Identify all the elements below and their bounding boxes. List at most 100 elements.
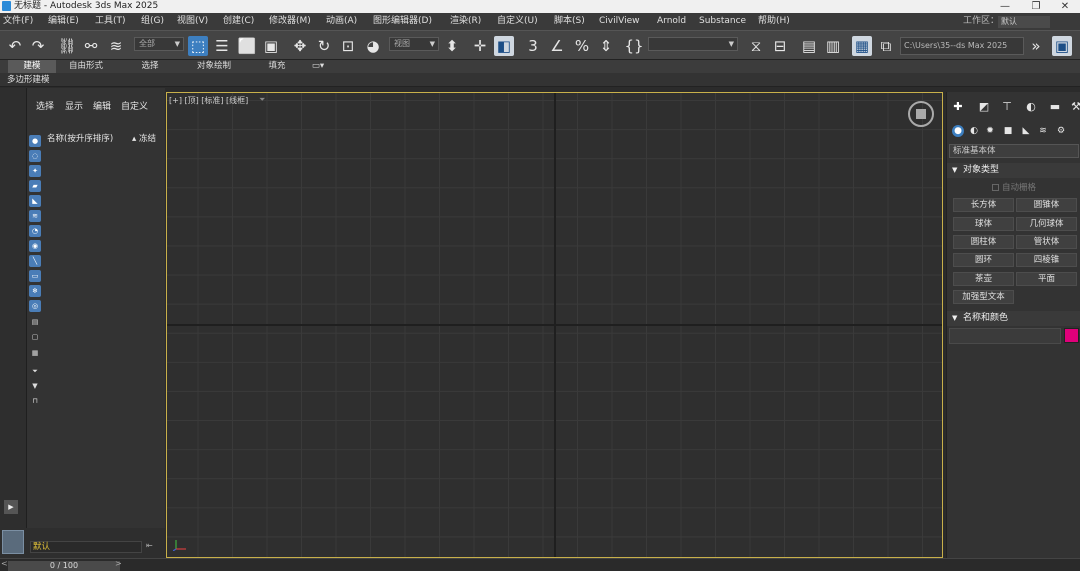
menu-rendering[interactable]: 渲染(R): [450, 13, 481, 30]
filter-icon[interactable]: ▼: [29, 380, 41, 392]
close-button[interactable]: ✕: [1050, 0, 1080, 13]
time-prev-button[interactable]: <: [1, 559, 8, 568]
ribbon-subpanel[interactable]: 多边形建模: [0, 73, 1080, 87]
explorer-menu-select[interactable]: 选择: [36, 99, 54, 112]
tab-selection[interactable]: 选择: [126, 60, 174, 73]
pivot-center-icon[interactable]: ⬍: [442, 36, 462, 56]
shapes-category-icon[interactable]: ◐: [968, 125, 980, 137]
display-none-icon[interactable]: ▢: [29, 331, 41, 343]
geometry-filter-icon[interactable]: ●: [29, 135, 41, 147]
top-viewport[interactable]: [+] [顶] [标准] [线框] ⏷: [166, 92, 943, 558]
mirror-icon[interactable]: ⧖: [746, 36, 766, 56]
menu-scripting[interactable]: 脚本(S): [554, 13, 585, 30]
maximize-button[interactable]: ❐: [1021, 0, 1051, 13]
schematic-view-icon[interactable]: ⧉: [876, 36, 896, 56]
layer-explorer-icon[interactable]: ▥: [823, 36, 843, 56]
rectangular-selection-icon[interactable]: ⬜: [237, 36, 257, 56]
menu-file[interactable]: 文件(F): [3, 13, 33, 30]
box-button[interactable]: 长方体: [953, 198, 1014, 212]
explorer-menu-edit[interactable]: 编辑: [93, 99, 111, 112]
snaps-toggle-icon[interactable]: 3: [523, 36, 543, 56]
helpers-filter-icon[interactable]: ◣: [29, 195, 41, 207]
viewport-filter-icon[interactable]: ⏷: [259, 95, 265, 105]
space-warps-category-icon[interactable]: ≋: [1037, 125, 1049, 137]
project-path-field[interactable]: C:\Users\35--ds Max 2025: [900, 37, 1024, 55]
expand-panel-icon[interactable]: ▶: [4, 500, 18, 514]
menu-edit[interactable]: 编辑(E): [48, 13, 79, 30]
layer-tree-icon[interactable]: ⊓: [29, 395, 41, 407]
select-manipulate-icon[interactable]: ✛: [470, 36, 490, 56]
cylinder-button[interactable]: 圆柱体: [953, 235, 1014, 249]
menu-civilview[interactable]: CivilView: [599, 13, 639, 30]
tab-object-paint[interactable]: 对象绘制: [188, 60, 240, 73]
column-header-frozen[interactable]: ▴ 冻结: [132, 132, 156, 144]
lights-category-icon[interactable]: ✹: [984, 125, 996, 137]
systems-category-icon[interactable]: ⚙: [1055, 125, 1067, 137]
sphere-button[interactable]: 球体: [953, 217, 1014, 231]
align-icon[interactable]: ⊟: [770, 36, 790, 56]
named-selection-dropdown[interactable]: ▼: [648, 37, 738, 51]
current-layer-field[interactable]: 默认: [30, 541, 142, 553]
tab-freeform[interactable]: 自由形式: [60, 60, 112, 73]
invert-display-icon[interactable]: ▦: [29, 347, 41, 359]
teapot-button[interactable]: 茶壶: [953, 272, 1014, 286]
minimize-button[interactable]: —: [990, 0, 1020, 13]
geometry-category-icon[interactable]: ●: [952, 125, 964, 137]
shapes-filter-icon[interactable]: ◌: [29, 150, 41, 162]
primitive-category-dropdown[interactable]: 标准基本体: [949, 144, 1079, 158]
create-tab-icon[interactable]: ✚: [951, 100, 965, 114]
display-all-icon[interactable]: ▤: [29, 316, 41, 328]
curve-editor-icon[interactable]: ▦: [852, 36, 872, 56]
plane-button[interactable]: 平面: [1016, 272, 1077, 286]
groups-filter-icon[interactable]: ◔: [29, 225, 41, 237]
reference-coordinate-dropdown[interactable]: 视图 ▼: [389, 37, 439, 51]
select-by-name-icon[interactable]: ☰: [212, 36, 232, 56]
motion-tab-icon[interactable]: ◐: [1024, 100, 1038, 114]
explorer-menu-customize[interactable]: 自定义: [121, 99, 148, 112]
menu-customize[interactable]: 自定义(U): [497, 13, 538, 30]
utilities-tab-icon[interactable]: ⚒: [1069, 100, 1080, 114]
menu-tools[interactable]: 工具(T): [95, 13, 126, 30]
menu-group[interactable]: 组(G): [141, 13, 164, 30]
cameras-category-icon[interactable]: ■: [1002, 125, 1014, 137]
undo-icon[interactable]: ↶: [5, 36, 25, 56]
cameras-filter-icon[interactable]: ▰: [29, 180, 41, 192]
bind-space-warp-icon[interactable]: ≋: [106, 36, 126, 56]
xrefs-filter-icon[interactable]: ◉: [29, 240, 41, 252]
ribbon-options-icon[interactable]: ▭▾: [308, 60, 328, 73]
hidden-filter-icon[interactable]: ◎: [29, 300, 41, 312]
layer-color-swatch[interactable]: [2, 530, 24, 554]
torus-button[interactable]: 圆环: [953, 253, 1014, 267]
text-plus-button[interactable]: 加强型文本: [953, 290, 1014, 304]
viewport-label-menu[interactable]: [+] [顶] [标准] [线框]: [169, 95, 248, 106]
autogrid-checkbox[interactable]: 自动栅格: [992, 181, 1036, 193]
scene-explorer-toggle-icon[interactable]: ▤: [799, 36, 819, 56]
helpers-category-icon[interactable]: ◣: [1020, 125, 1032, 137]
window-crossing-icon[interactable]: ▣: [261, 36, 281, 56]
menu-view[interactable]: 视图(V): [177, 13, 208, 30]
placement-icon[interactable]: ◕: [363, 36, 383, 56]
hierarchy-tab-icon[interactable]: ⊤: [1000, 100, 1014, 114]
filter-selected-icon[interactable]: ⏷: [29, 365, 41, 377]
selection-filter-dropdown[interactable]: 全部 ▼: [134, 37, 184, 51]
rotate-icon[interactable]: ↻: [314, 36, 334, 56]
object-name-field[interactable]: [949, 328, 1061, 344]
percent-snap-icon[interactable]: %: [572, 36, 592, 56]
select-object-icon[interactable]: ⬚: [188, 36, 208, 56]
redo-icon[interactable]: ↷: [28, 36, 48, 56]
cone-button[interactable]: 圆锥体: [1016, 198, 1077, 212]
object-color-swatch[interactable]: [1064, 328, 1079, 343]
viewcube-icon[interactable]: [908, 101, 934, 127]
scale-icon[interactable]: ⊡: [338, 36, 358, 56]
menu-create[interactable]: 创建(C): [223, 13, 254, 30]
frozen-filter-icon[interactable]: ❄: [29, 285, 41, 297]
keyboard-shortcut-override-icon[interactable]: ◧: [494, 36, 514, 56]
menu-arnold[interactable]: Arnold: [657, 13, 686, 30]
tab-populate[interactable]: 填充: [254, 60, 300, 73]
edit-named-selection-icon[interactable]: {}: [624, 36, 644, 56]
containers-filter-icon[interactable]: ▭: [29, 270, 41, 282]
display-tab-icon[interactable]: ▬: [1048, 100, 1062, 114]
link-icon[interactable]: ⛓: [57, 36, 77, 56]
save-icon[interactable]: ▣: [1052, 36, 1072, 56]
menu-help[interactable]: 帮助(H): [758, 13, 790, 30]
